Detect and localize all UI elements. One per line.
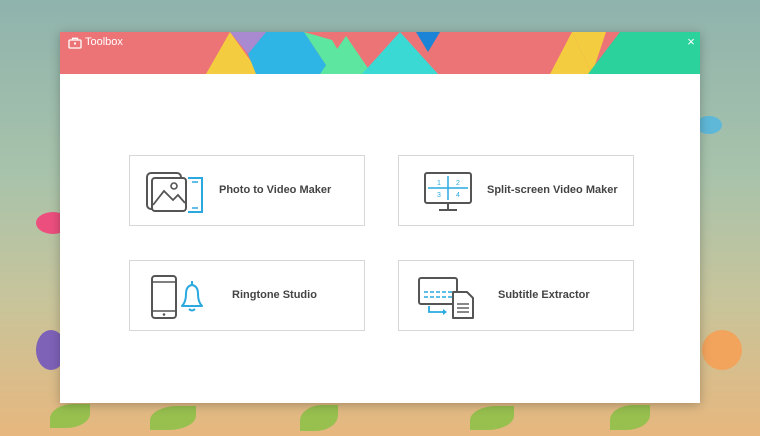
subtitle-extractor-card[interactable]: Subtitle Extractor [398, 260, 634, 331]
close-button[interactable]: × [684, 34, 698, 50]
photo-to-video-card[interactable]: Photo to Video Maker [129, 155, 365, 226]
grid-number-1: 1 [437, 180, 441, 187]
split-screen-label: Split-screen Video Maker [487, 184, 618, 196]
window-title: Toolbox [85, 36, 123, 48]
grass-leaf [470, 406, 514, 430]
orange-flower [702, 330, 742, 370]
toolbox-window: Toolbox × Photo to Video Maker 1 2 3 4 S [60, 32, 700, 403]
grid-number-3: 3 [437, 192, 441, 199]
photo-to-video-label: Photo to Video Maker [219, 184, 332, 196]
grass-leaf [50, 404, 90, 428]
grass-leaf [300, 405, 338, 431]
grass-leaf [150, 406, 196, 430]
split-screen-card[interactable]: 1 2 3 4 Split-screen Video Maker [398, 155, 634, 226]
ringtone-icon [151, 275, 203, 319]
title-banner [60, 32, 700, 74]
grid-number-4: 4 [456, 192, 460, 199]
photo-to-video-icon [146, 172, 203, 213]
grid-number-2: 2 [456, 180, 460, 187]
subtitle-extractor-label: Subtitle Extractor [498, 289, 590, 301]
ringtone-studio-label: Ringtone Studio [232, 289, 317, 301]
ringtone-studio-card[interactable]: Ringtone Studio [129, 260, 365, 331]
grass-leaf [610, 405, 650, 430]
toolbox-icon [68, 37, 82, 49]
subtitle-extractor-icon [418, 277, 474, 319]
title-bar[interactable]: Toolbox × [60, 32, 700, 74]
split-screen-icon: 1 2 3 4 [424, 172, 472, 211]
